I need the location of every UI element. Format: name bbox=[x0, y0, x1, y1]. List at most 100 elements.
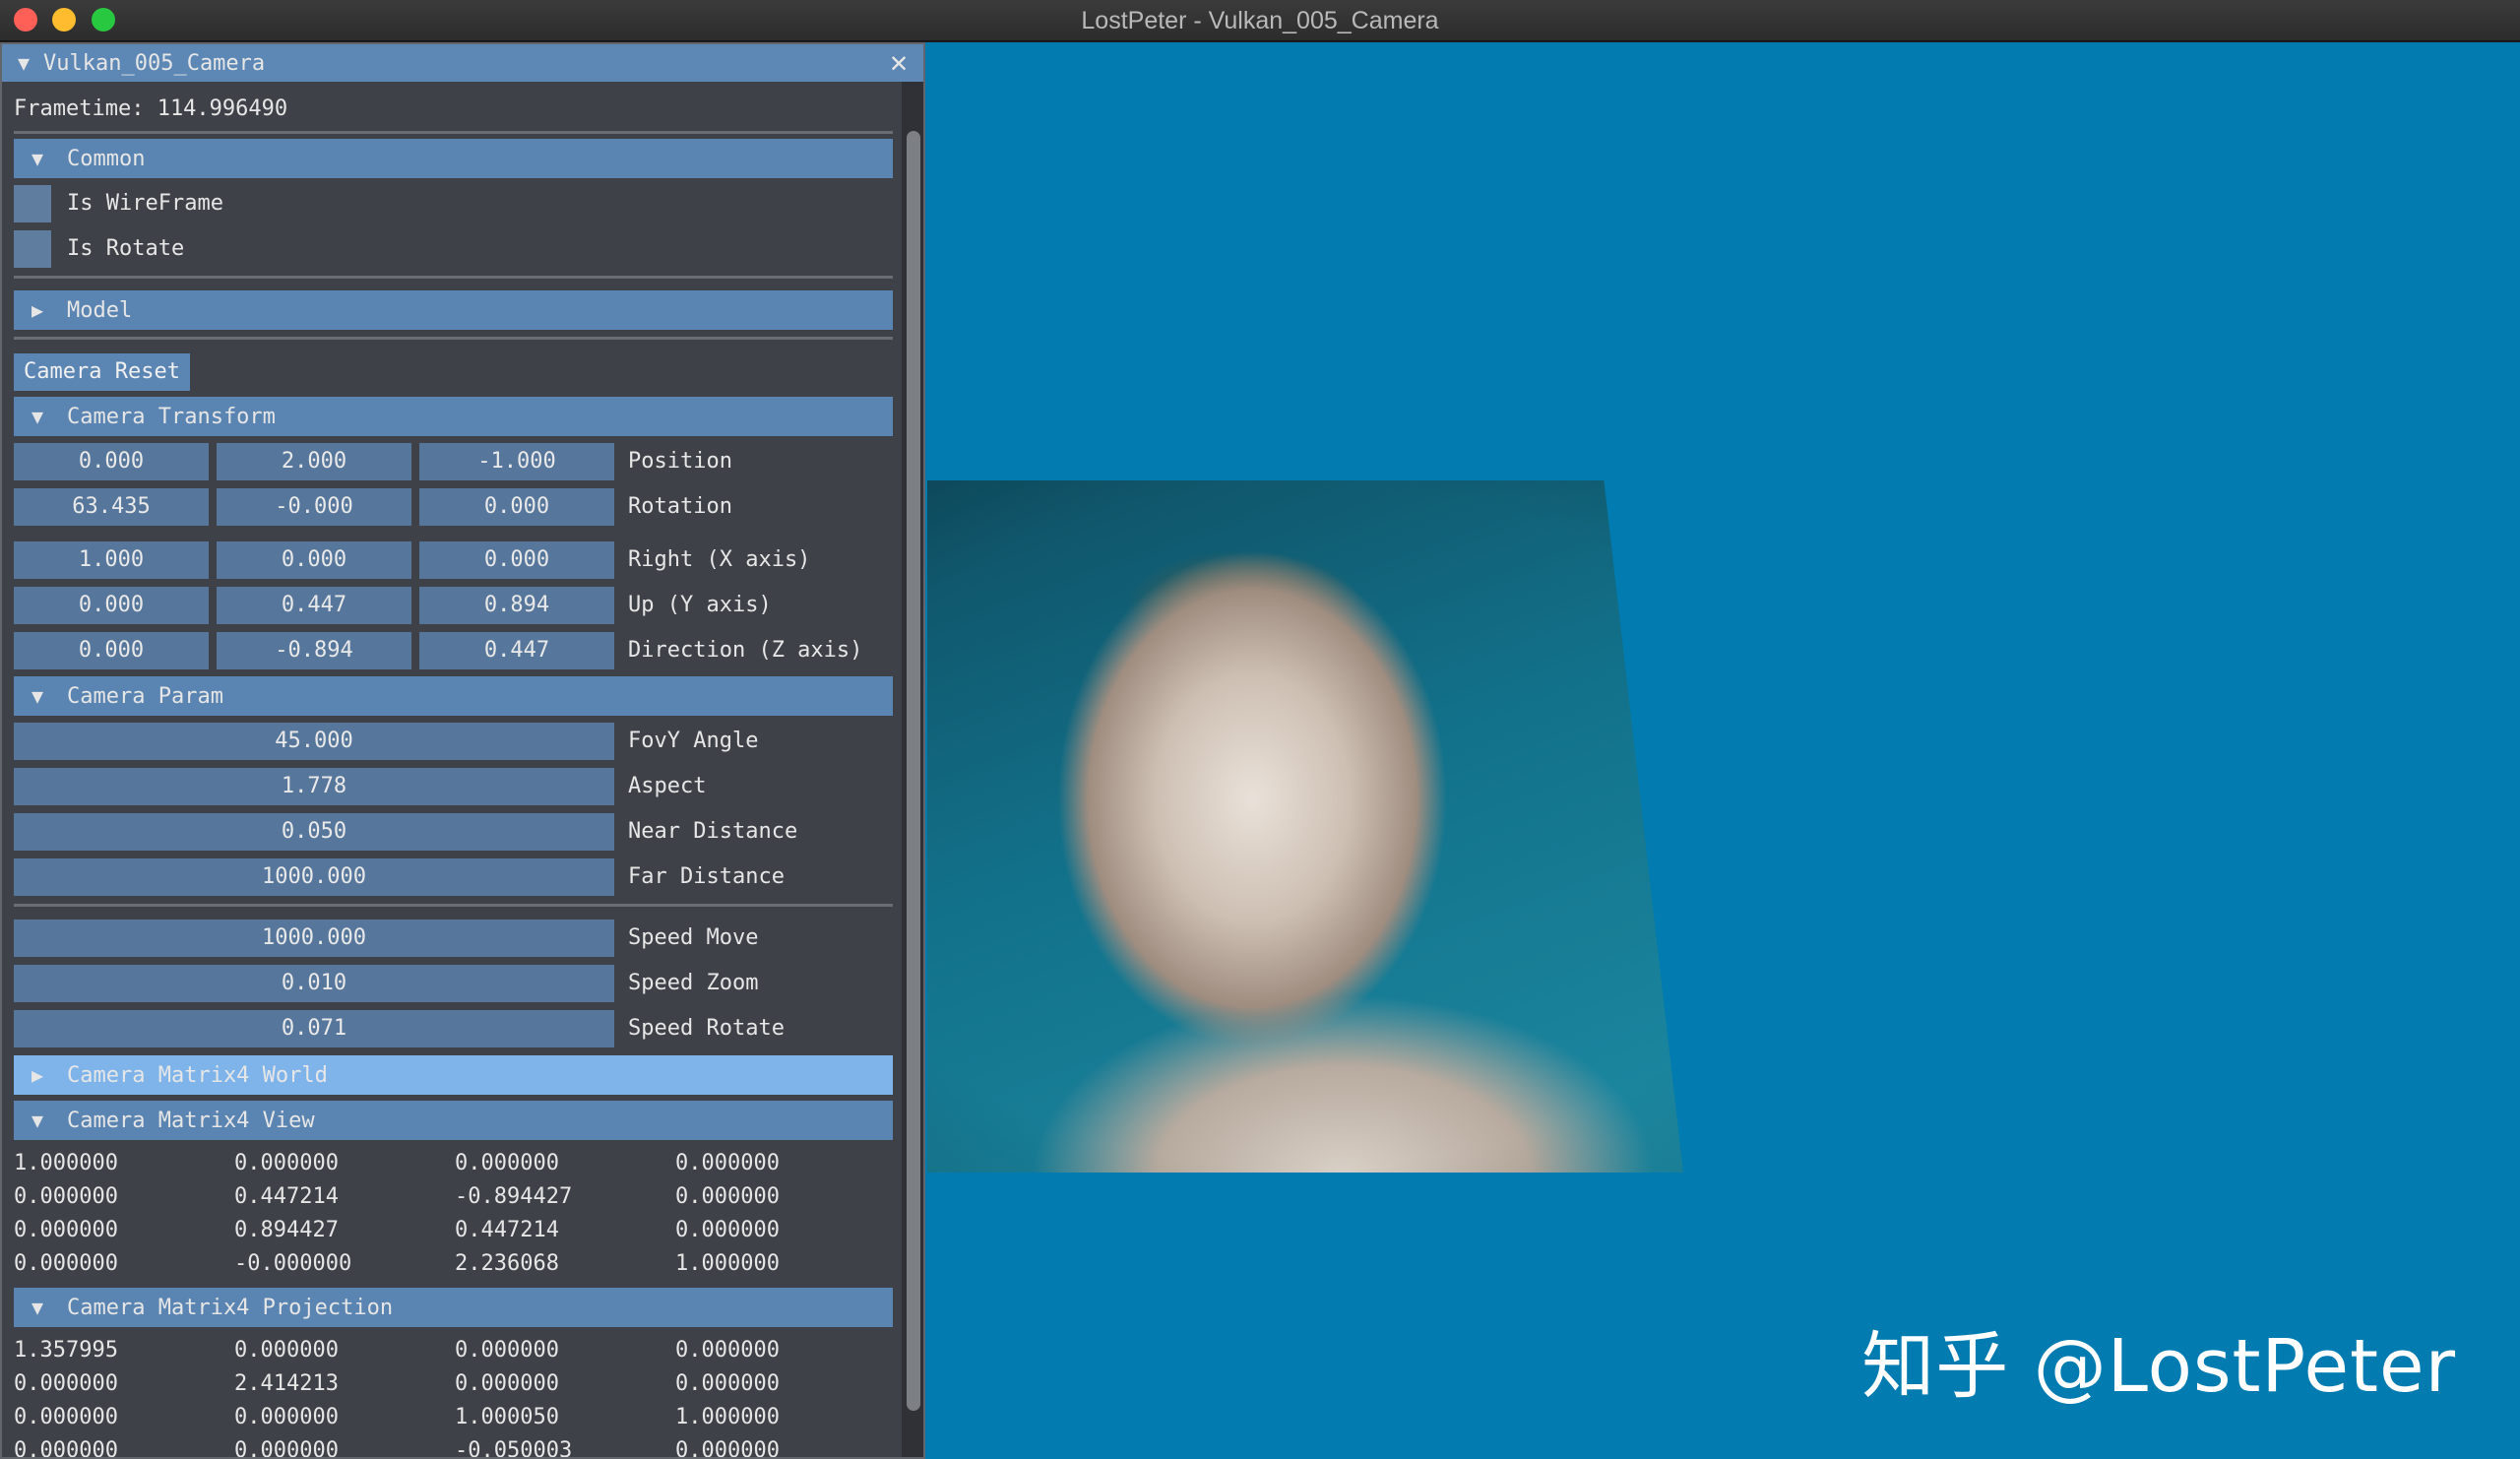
expanded-arrow-icon: ▼ bbox=[32, 1296, 44, 1319]
header-model-label: Model bbox=[67, 298, 133, 323]
speed-move-field[interactable]: 1000.000 bbox=[14, 920, 614, 957]
matrix-view-cell-r1-c2: -0.894427 bbox=[455, 1184, 573, 1209]
direction-axis-label: Direction (Z axis) bbox=[628, 638, 863, 663]
up-axis-x-field[interactable]: 0.000 bbox=[14, 587, 209, 624]
imgui-panel[interactable]: ▼ Vulkan_005_Camera ✕ Frametime: 114.9964… bbox=[0, 42, 925, 1459]
matrix-projection-cell-r1-c1: 2.414213 bbox=[234, 1371, 339, 1396]
matrix-view-cell-r0-c2: 0.000000 bbox=[455, 1151, 559, 1175]
expanded-arrow-icon: ▼ bbox=[32, 405, 44, 428]
matrix-view-cell-r3-c1: -0.000000 bbox=[234, 1251, 352, 1276]
separator bbox=[14, 337, 893, 340]
matrix-projection-cell-r1-c3: 0.000000 bbox=[675, 1371, 780, 1396]
matrix-view-cell-r0-c1: 0.000000 bbox=[234, 1151, 339, 1175]
header-camera-param[interactable]: ▼ Camera Param bbox=[14, 676, 893, 716]
panel-scrollbar[interactable] bbox=[902, 82, 923, 1457]
matrix-projection-cell-r0-c2: 0.000000 bbox=[455, 1338, 559, 1363]
position-x-field[interactable]: 0.000 bbox=[14, 443, 209, 480]
header-matrix-world[interactable]: ▶ Camera Matrix4 World bbox=[14, 1055, 893, 1095]
header-camera-transform[interactable]: ▼ Camera Transform bbox=[14, 397, 893, 436]
window-titlebar: LostPeter - Vulkan_005_Camera bbox=[0, 0, 2520, 41]
speed-zoom-field[interactable]: 0.010 bbox=[14, 965, 614, 1002]
rotation-y-field[interactable]: -0.000 bbox=[217, 488, 411, 526]
matrix-view-cell-r0-c0: 1.000000 bbox=[14, 1151, 118, 1175]
frametime-text: Frametime: 114.996490 bbox=[14, 96, 288, 121]
speed-rotate-field[interactable]: 0.071 bbox=[14, 1010, 614, 1047]
matrix-projection-cell-r0-c0: 1.357995 bbox=[14, 1338, 118, 1363]
collapse-arrow-icon[interactable]: ▼ bbox=[18, 44, 43, 82]
near-distance-field[interactable]: 0.050 bbox=[14, 813, 614, 851]
matrix-projection-cell-r3-c2: -0.050003 bbox=[455, 1438, 573, 1457]
panel-titlebar[interactable]: ▼ Vulkan_005_Camera bbox=[2, 44, 923, 82]
matrix-view-cell-r3-c2: 2.236068 bbox=[455, 1251, 559, 1276]
separator bbox=[14, 904, 893, 907]
up-axis-y-field[interactable]: 0.447 bbox=[217, 587, 411, 624]
separator bbox=[14, 276, 893, 279]
matrix-projection-cell-r0-c3: 0.000000 bbox=[675, 1338, 780, 1363]
matrix-view-cell-r1-c0: 0.000000 bbox=[14, 1184, 118, 1209]
direction-axis-x-field[interactable]: 0.000 bbox=[14, 632, 209, 669]
aspect-field[interactable]: 1.778 bbox=[14, 768, 614, 805]
matrix-view-cell-r2-c1: 0.894427 bbox=[234, 1218, 339, 1242]
rotate-checkbox[interactable] bbox=[14, 230, 51, 268]
collapsed-arrow-icon: ▶ bbox=[32, 298, 44, 322]
rotation-x-field[interactable]: 63.435 bbox=[14, 488, 209, 526]
header-matrix-view-label: Camera Matrix4 View bbox=[67, 1109, 315, 1133]
separator bbox=[14, 131, 893, 134]
speed-rotate-label: Speed Rotate bbox=[628, 1016, 785, 1041]
header-camera-transform-label: Camera Transform bbox=[67, 405, 276, 429]
collapsed-arrow-icon: ▶ bbox=[32, 1063, 44, 1087]
scrollbar-thumb[interactable] bbox=[907, 131, 920, 1411]
up-axis-z-field[interactable]: 0.894 bbox=[419, 587, 614, 624]
fovy-angle-field[interactable]: 45.000 bbox=[14, 723, 614, 760]
window-title: LostPeter - Vulkan_005_Camera bbox=[1081, 7, 1439, 34]
header-matrix-view[interactable]: ▼ Camera Matrix4 View bbox=[14, 1101, 893, 1140]
matrix-view-cell-r2-c3: 0.000000 bbox=[675, 1218, 780, 1242]
right-axis-z-field[interactable]: 0.000 bbox=[419, 541, 614, 579]
wireframe-checkbox[interactable] bbox=[14, 185, 51, 222]
header-common[interactable]: ▼ Common bbox=[14, 139, 893, 178]
up-axis-label: Up (Y axis) bbox=[628, 593, 772, 617]
matrix-projection-cell-r2-c1: 0.000000 bbox=[234, 1405, 339, 1429]
direction-axis-z-field[interactable]: 0.447 bbox=[419, 632, 614, 669]
header-model[interactable]: ▶ Model bbox=[14, 290, 893, 330]
matrix-view-cell-r0-c3: 0.000000 bbox=[675, 1151, 780, 1175]
watermark-text: 知乎 @LostPeter bbox=[1861, 1324, 2456, 1409]
matrix-view-cell-r2-c0: 0.000000 bbox=[14, 1218, 118, 1242]
expanded-arrow-icon: ▼ bbox=[32, 147, 44, 170]
position-y-field[interactable]: 2.000 bbox=[217, 443, 411, 480]
fovy-angle-label: FovY Angle bbox=[628, 729, 759, 753]
speed-zoom-label: Speed Zoom bbox=[628, 971, 759, 995]
matrix-projection-cell-r1-c0: 0.000000 bbox=[14, 1371, 118, 1396]
direction-axis-y-field[interactable]: -0.894 bbox=[217, 632, 411, 669]
matrix-view-cell-r2-c2: 0.447214 bbox=[455, 1218, 559, 1242]
matrix-projection-cell-r3-c0: 0.000000 bbox=[14, 1438, 118, 1457]
matrix-view-cell-r1-c3: 0.000000 bbox=[675, 1184, 780, 1209]
matrix-projection-cell-r2-c0: 0.000000 bbox=[14, 1405, 118, 1429]
header-camera-param-label: Camera Param bbox=[67, 684, 223, 709]
header-matrix-projection[interactable]: ▼ Camera Matrix4 Projection bbox=[14, 1288, 893, 1327]
matrix-projection-cell-r2-c2: 1.000050 bbox=[455, 1405, 559, 1429]
position-z-field[interactable]: -1.000 bbox=[419, 443, 614, 480]
expanded-arrow-icon: ▼ bbox=[32, 684, 44, 708]
panel-close-icon[interactable]: ✕ bbox=[884, 44, 914, 82]
camera-reset-button[interactable]: Camera Reset bbox=[14, 353, 190, 391]
far-distance-label: Far Distance bbox=[628, 864, 785, 889]
speed-move-label: Speed Move bbox=[628, 925, 759, 950]
right-axis-y-field[interactable]: 0.000 bbox=[217, 541, 411, 579]
matrix-projection-cell-r3-c3: 0.000000 bbox=[675, 1438, 780, 1457]
far-distance-field[interactable]: 1000.000 bbox=[14, 858, 614, 896]
matrix-projection-cell-r0-c1: 0.000000 bbox=[234, 1338, 339, 1363]
right-axis-x-field[interactable]: 1.000 bbox=[14, 541, 209, 579]
panel-content: Frametime: 114.996490 ▼ Common Is WireFra… bbox=[14, 82, 900, 1457]
wireframe-label: Is WireFrame bbox=[67, 191, 223, 216]
matrix-projection-cell-r3-c1: 0.000000 bbox=[234, 1438, 339, 1457]
rotation-label: Rotation bbox=[628, 494, 732, 519]
matrix-projection-cell-r2-c3: 1.000000 bbox=[675, 1405, 780, 1429]
matrix-projection-cell-r1-c2: 0.000000 bbox=[455, 1371, 559, 1396]
matrix-view-cell-r3-c0: 0.000000 bbox=[14, 1251, 118, 1276]
panel-title: Vulkan_005_Camera bbox=[43, 51, 266, 76]
header-matrix-projection-label: Camera Matrix4 Projection bbox=[67, 1296, 394, 1320]
matrix-view-cell-r3-c3: 1.000000 bbox=[675, 1251, 780, 1276]
rotation-z-field[interactable]: 0.000 bbox=[419, 488, 614, 526]
header-common-label: Common bbox=[67, 147, 146, 171]
